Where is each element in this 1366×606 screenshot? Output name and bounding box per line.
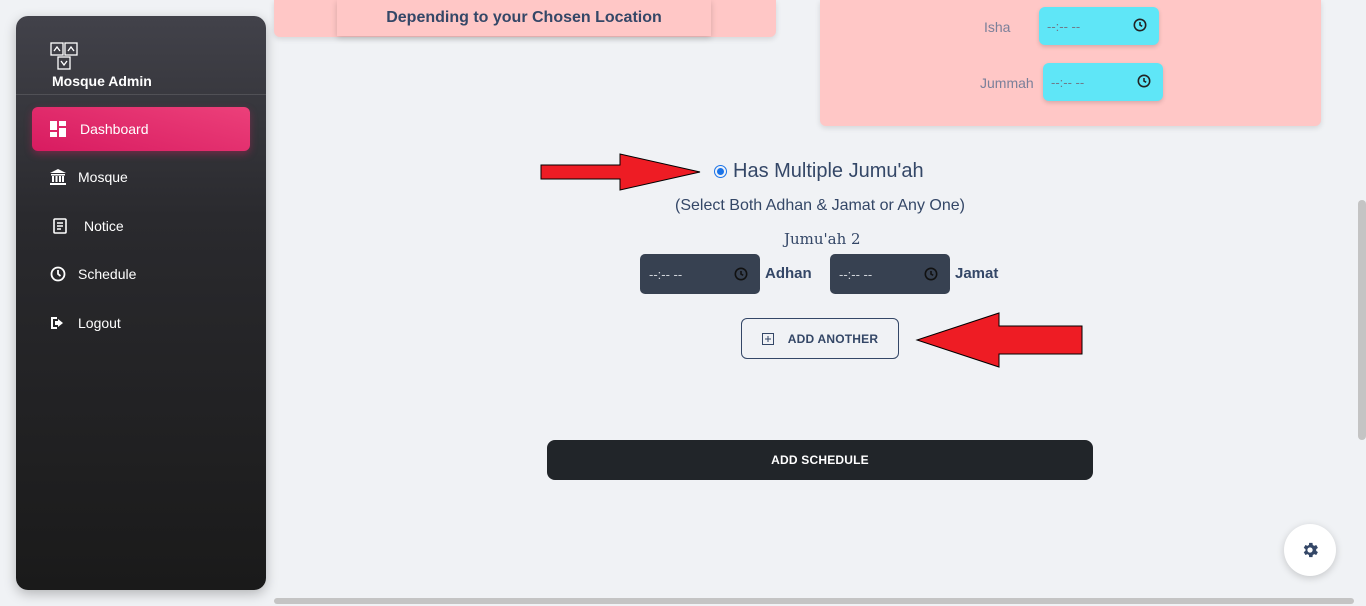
plus-square-icon [761, 332, 774, 345]
isha-time-value: --:-- -- [1047, 18, 1081, 34]
red-arrow-right-icon [540, 153, 701, 191]
prayer-times-card: Isha --:-- -- Jummah --:-- -- [820, 0, 1321, 126]
location-text: Depending to your Chosen Location [386, 9, 662, 26]
vertical-scrollbar[interactable] [1358, 200, 1366, 440]
sidebar-item-label: Mosque [78, 169, 128, 185]
multiple-jumuah-label: Has Multiple Jumu'ah [733, 160, 924, 182]
jumuah-group-title: Jumu'ah 2 [784, 230, 861, 248]
radio-dot [717, 168, 724, 175]
add-another-label: ADD ANOTHER [787, 331, 879, 346]
multiple-jumuah-radio[interactable] [714, 165, 727, 178]
multiple-jumuah-option[interactable]: Has Multiple Jumu'ah [714, 160, 924, 183]
location-card: Depending to your Chosen Location [274, 0, 776, 37]
jummah-label: Jummah [980, 75, 1034, 91]
jamat-time-input[interactable]: --:-- -- [830, 254, 950, 294]
adhan-time-value: --:-- -- [649, 266, 683, 282]
selection-hint: (Select Both Adhan & Jamat or Any One) [0, 197, 1366, 215]
sidebar-item-label: Schedule [78, 266, 137, 282]
isha-time-input[interactable]: --:-- -- [1039, 7, 1159, 45]
horizontal-scrollbar[interactable] [274, 598, 1354, 604]
logo-icon [50, 42, 78, 70]
selection-hint-text: (Select Both Adhan & Jamat or Any One) [675, 197, 965, 214]
brand-name: Mosque Admin [52, 73, 152, 89]
clock-icon[interactable] [924, 267, 938, 281]
jummah-time-value: --:-- -- [1051, 74, 1085, 90]
settings-button[interactable] [1284, 524, 1336, 576]
add-another-button[interactable]: ADD ANOTHER [741, 318, 899, 359]
isha-label: Isha [984, 19, 1011, 35]
adhan-label: Adhan [765, 265, 812, 282]
clock-icon[interactable] [1133, 18, 1147, 32]
dashboard-icon [48, 119, 68, 139]
red-arrow-left-icon [915, 312, 1083, 368]
sidebar-item-logout[interactable]: Logout [32, 301, 250, 345]
jummah-time-input[interactable]: --:-- -- [1043, 63, 1163, 101]
sidebar-item-schedule[interactable]: Schedule [32, 252, 250, 296]
jamat-label: Jamat [955, 265, 999, 282]
notice-icon [50, 216, 70, 236]
sidebar-item-label: Logout [78, 315, 121, 331]
sidebar-item-label: Notice [84, 218, 124, 234]
location-card-header: Depending to your Chosen Location [337, 0, 711, 36]
clock-icon[interactable] [1137, 74, 1151, 88]
gear-icon [1303, 542, 1318, 558]
sidebar-item-label: Dashboard [80, 121, 149, 137]
sidebar: Mosque Admin Dashboard Mosque Notice Sch… [16, 16, 266, 590]
brand[interactable]: Mosque Admin [16, 16, 266, 95]
add-schedule-label: ADD SCHEDULE [771, 453, 869, 467]
logout-icon [48, 313, 68, 333]
sidebar-item-dashboard[interactable]: Dashboard [32, 107, 250, 151]
jamat-time-value: --:-- -- [839, 266, 873, 282]
mosque-icon [48, 167, 68, 187]
add-schedule-button[interactable]: ADD SCHEDULE [547, 440, 1093, 480]
clock-icon[interactable] [734, 267, 748, 281]
sidebar-item-mosque[interactable]: Mosque [32, 155, 250, 199]
adhan-time-input[interactable]: --:-- -- [640, 254, 760, 294]
clock-icon [48, 264, 68, 284]
